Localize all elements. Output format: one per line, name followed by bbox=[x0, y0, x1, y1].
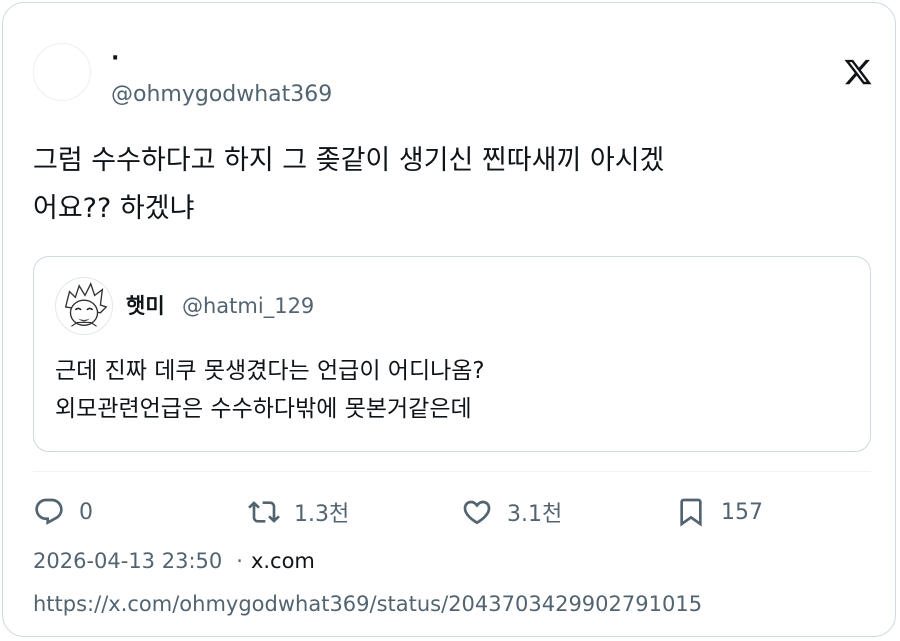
x-logo-icon[interactable] bbox=[843, 57, 873, 87]
reply-button[interactable]: 0 bbox=[33, 495, 93, 529]
bookmark-icon bbox=[680, 498, 702, 527]
divider bbox=[33, 471, 871, 472]
like-count: 3.1천 bbox=[507, 502, 563, 527]
author-handle[interactable]: @ohmygodwhat369 bbox=[111, 81, 332, 109]
author-avatar[interactable] bbox=[33, 43, 91, 101]
meta-separator: · bbox=[236, 549, 243, 573]
tweet-card: · @ohmygodwhat369 그럼 수수하다고 하지 그 좆같이 생기신 … bbox=[2, 2, 896, 637]
tweet-text: 그럼 수수하다고 하지 그 좆같이 생기신 찐따새끼 아시겠 어요?? 하겠냐 bbox=[33, 145, 665, 224]
quoted-handle[interactable]: @hatmi_129 bbox=[182, 293, 314, 319]
like-button[interactable]: 3.1천 bbox=[461, 495, 562, 529]
reply-count: 0 bbox=[79, 499, 93, 525]
retweet-count: 1.3천 bbox=[294, 502, 350, 527]
quoted-avatar[interactable] bbox=[55, 277, 113, 335]
author-display-name[interactable]: · bbox=[111, 47, 119, 71]
quoted-text: 근데 진짜 데쿠 못생겼다는 언급이 어디나옴? 외모관련언급은 수수하다밖에 … bbox=[55, 358, 485, 422]
source-label[interactable]: x.com bbox=[251, 549, 315, 573]
bookmark-button[interactable]: 157 bbox=[675, 495, 763, 529]
quoted-tweet[interactable]: 햇미 @hatmi_129 근데 진짜 데쿠 못생겼다는 언급이 어디나옴? 외… bbox=[33, 256, 871, 452]
quoted-avatar-drawing bbox=[64, 282, 108, 327]
quoted-display-name[interactable]: 햇미 bbox=[126, 293, 165, 319]
retweet-button[interactable]: 1.3천 bbox=[248, 495, 349, 529]
like-icon bbox=[463, 500, 491, 525]
timestamp[interactable]: 2026-04-13 23:50 bbox=[33, 549, 222, 573]
reply-icon bbox=[35, 498, 63, 525]
retweet-icon bbox=[248, 501, 280, 523]
bookmark-count: 157 bbox=[721, 499, 763, 525]
tweet-meta: 2026-04-13 23:50 · x.com bbox=[33, 547, 315, 575]
tweet-url[interactable]: https://x.com/ohmygodwhat369/status/2043… bbox=[33, 590, 702, 618]
